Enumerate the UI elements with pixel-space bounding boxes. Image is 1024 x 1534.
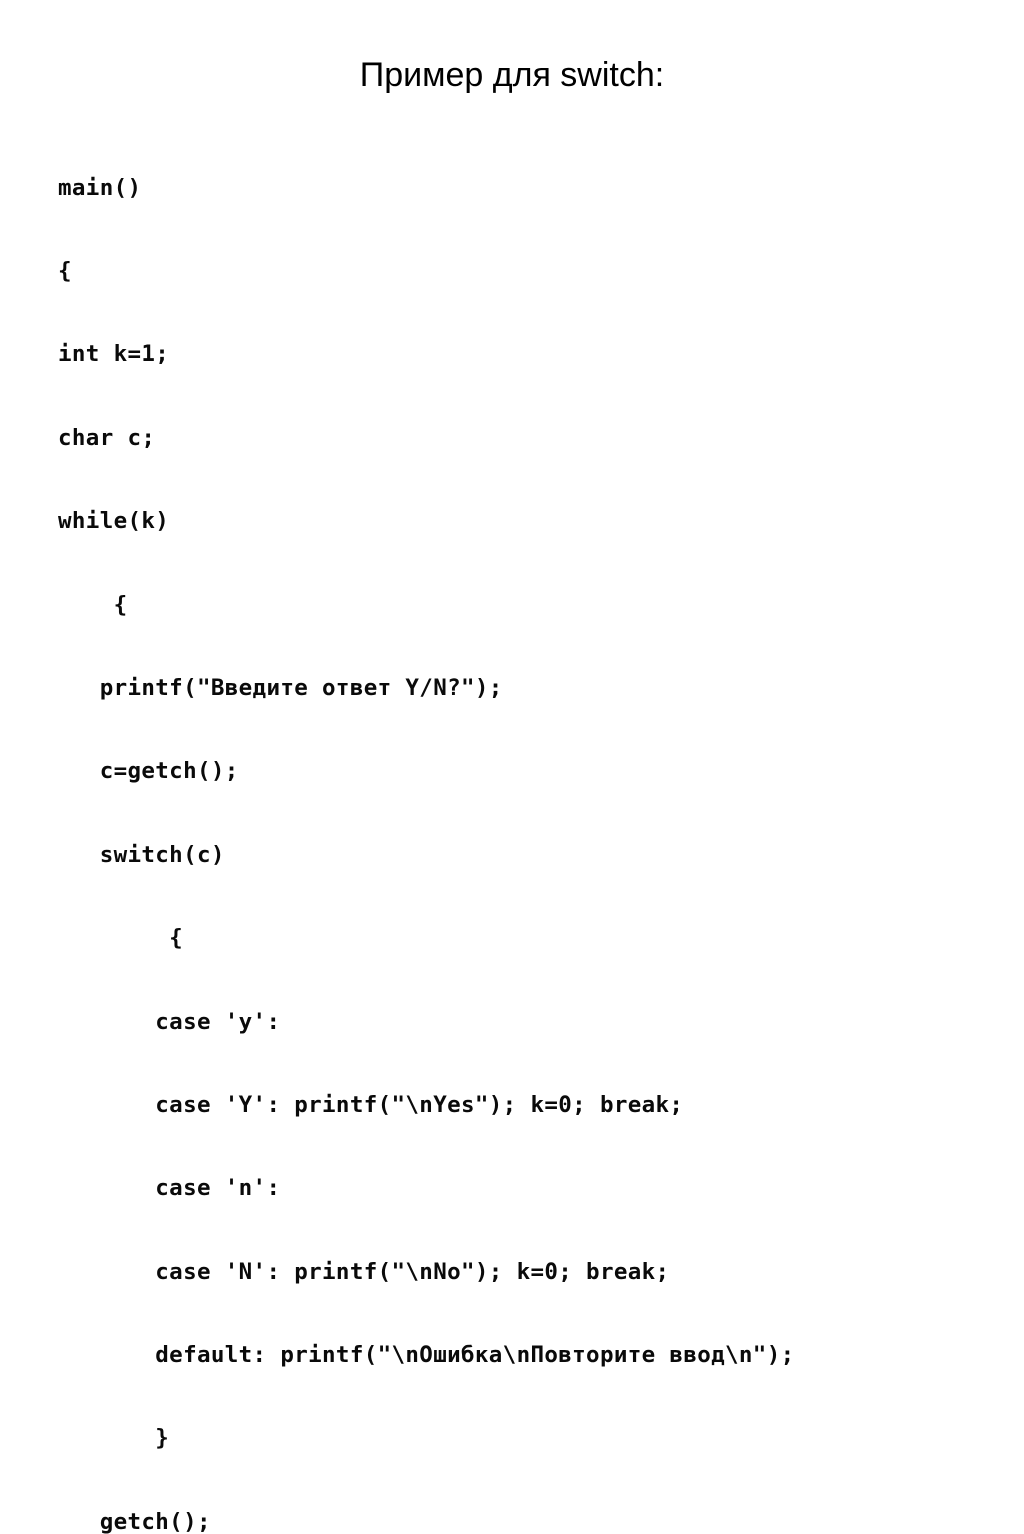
code-line: case 'n':: [58, 1175, 281, 1202]
code-line: int k=1;: [58, 341, 170, 368]
code-line: getch();: [58, 1508, 211, 1534]
code-line: while(k): [58, 508, 170, 535]
code-block: main() { int k=1; char c; while(k) { pri…: [58, 119, 795, 1534]
code-line: {: [58, 257, 72, 284]
code-line: default: printf("\nОшибка\nПовторите вво…: [58, 1342, 795, 1369]
code-line: {: [58, 925, 184, 952]
code-line: }: [58, 1425, 170, 1452]
code-line: case 'N': printf("\nNo"); k=0; break;: [58, 1258, 670, 1285]
slide: Пример для switch: main() { int k=1; cha…: [0, 0, 1024, 1534]
code-line: switch(c): [58, 841, 225, 868]
code-line: case 'y':: [58, 1008, 281, 1035]
code-line: char c;: [58, 424, 156, 451]
page-title: Пример для switch:: [359, 56, 665, 94]
code-line: printf("Введите ответ Y/N?");: [58, 674, 503, 701]
code-line: main(): [58, 174, 142, 201]
code-line: {: [58, 591, 128, 618]
code-line: case 'Y': printf("\nYes"); k=0; break;: [58, 1091, 684, 1118]
code-line: c=getch();: [58, 758, 239, 785]
